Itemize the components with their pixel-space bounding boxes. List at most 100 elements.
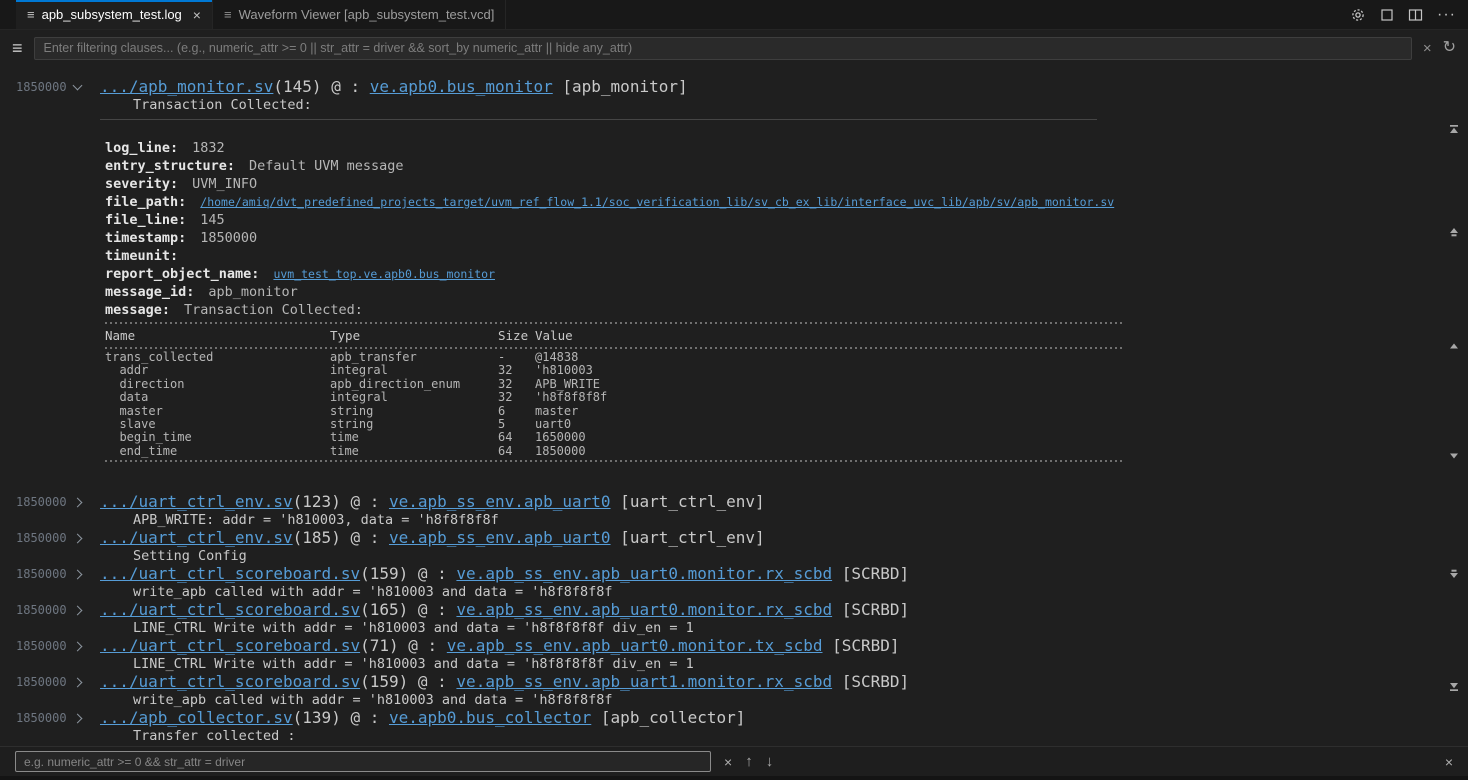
- menu-icon[interactable]: ≡: [12, 39, 23, 57]
- table-cell: addr: [105, 364, 330, 377]
- tab-log-file[interactable]: ≡ apb_subsystem_test.log ×: [16, 0, 213, 29]
- tab-spacer: [0, 0, 16, 29]
- detail-value-link[interactable]: uvm_test_top.ve.apb0.bus_monitor: [273, 267, 495, 281]
- entry-meta: (123) @ :: [293, 492, 389, 511]
- detail-field-timestamp: timestamp:1850000: [100, 229, 1468, 247]
- table-cell: string: [330, 405, 498, 418]
- entry-body: .../uart_ctrl_scoreboard.sv(159) @ : ve.…: [100, 564, 909, 600]
- table-column-header: Size: [498, 326, 535, 345]
- entry-meta: (185) @ :: [293, 528, 389, 547]
- expand-chevron-icon[interactable]: [72, 534, 82, 544]
- split-editor-icon[interactable]: [1408, 8, 1423, 22]
- table-cell: end_time: [105, 445, 330, 458]
- entry-meta: (159) @ :: [360, 564, 456, 583]
- scope-link[interactable]: ve.apb0.bus_collector: [389, 708, 591, 727]
- table-header: NameTypeSizeValue: [105, 326, 1468, 345]
- find-previous-icon[interactable]: ↑: [745, 753, 753, 770]
- table-cell: begin_time: [105, 431, 330, 444]
- expand-chevron-icon[interactable]: [72, 606, 82, 616]
- transaction-table: NameTypeSizeValue trans_collectedapb_tra…: [100, 322, 1468, 462]
- table-cell: time: [330, 431, 498, 444]
- table-cell: master: [105, 405, 330, 418]
- entry-gutter: 1850000: [0, 636, 100, 672]
- entry-tag: [apb_collector]: [591, 708, 745, 727]
- entry-timestamp: 1850000: [16, 672, 67, 692]
- source-file-link[interactable]: .../uart_ctrl_env.sv: [100, 492, 293, 511]
- gear-icon[interactable]: [1350, 7, 1366, 23]
- scope-link[interactable]: ve.apb_ss_env.apb_uart0.monitor.tx_scbd: [447, 636, 823, 655]
- scope-link[interactable]: ve.apb_ss_env.apb_uart0: [389, 528, 611, 547]
- find-input[interactable]: [15, 751, 711, 772]
- table-cell: 'h810003: [535, 364, 1468, 377]
- source-file-link[interactable]: .../uart_ctrl_scoreboard.sv: [100, 564, 360, 583]
- source-file-link[interactable]: .../uart_ctrl_scoreboard.sv: [100, 600, 360, 619]
- tabbar-actions: ···: [1350, 0, 1468, 29]
- table-cell: master: [535, 405, 1468, 418]
- detail-value: Default UVM message: [249, 158, 403, 174]
- source-file-link[interactable]: .../uart_ctrl_scoreboard.sv: [100, 672, 360, 691]
- table-row: begin_timetime641650000: [105, 431, 1468, 444]
- source-file-link[interactable]: .../uart_ctrl_env.sv: [100, 528, 293, 547]
- entry-gutter: 1850000: [0, 492, 100, 528]
- table-row: slavestring5uart0: [105, 418, 1468, 431]
- refresh-icon[interactable]: ↻: [1443, 40, 1456, 56]
- scroll-to-top-icon[interactable]: [1446, 122, 1462, 138]
- expand-chevron-icon[interactable]: [72, 678, 82, 688]
- table-cell: 64: [498, 431, 535, 444]
- log-entry: 1850000 .../uart_ctrl_env.sv(185) @ : ve…: [0, 528, 1468, 564]
- entry-detail-panel: log_line:1832entry_structure:Default UVM…: [100, 119, 1468, 462]
- log-file-icon: ≡: [27, 7, 35, 22]
- tab-label: Waveform Viewer [apb_subsystem_test.vcd]: [239, 7, 495, 22]
- detail-key: entry_structure:: [105, 158, 235, 174]
- entry-message: write_apb called with addr = 'h810003 an…: [100, 692, 909, 708]
- close-find-bar-icon[interactable]: ×: [1445, 754, 1453, 770]
- source-file-link[interactable]: .../uart_ctrl_scoreboard.sv: [100, 636, 360, 655]
- detail-field-severity: severity:UVM_INFO: [100, 175, 1468, 193]
- source-file-link[interactable]: .../apb_monitor.sv: [100, 77, 273, 96]
- expand-chevron-icon[interactable]: [72, 81, 82, 91]
- table-column-header: Value: [535, 326, 1468, 345]
- detail-field-entry_structure: entry_structure: Default UVM message: [100, 157, 1468, 175]
- entry-header-line: .../uart_ctrl_scoreboard.sv(159) @ : ve.…: [100, 672, 909, 692]
- page-down-icon[interactable]: [1446, 566, 1462, 582]
- entry-meta: (145) @ :: [273, 77, 369, 96]
- detail-value-link[interactable]: /home/amiq/dvt_predefined_projects_targe…: [200, 195, 1114, 209]
- scope-link[interactable]: ve.apb_ss_env.apb_uart0: [389, 492, 611, 511]
- table-row: trans_collectedapb_transfer-@14838: [105, 351, 1468, 364]
- detail-key: message:: [105, 302, 170, 318]
- next-entry-icon[interactable]: [1446, 448, 1462, 464]
- tab-waveform-viewer[interactable]: ≡ Waveform Viewer [apb_subsystem_test.vc…: [213, 0, 506, 29]
- page-up-icon[interactable]: [1446, 224, 1462, 240]
- find-next-icon[interactable]: ↓: [766, 753, 774, 770]
- expand-chevron-icon[interactable]: [72, 498, 82, 508]
- expand-chevron-icon[interactable]: [72, 714, 82, 724]
- entry-body: .../uart_ctrl_scoreboard.sv(159) @ : ve.…: [100, 672, 909, 708]
- table-cell: apb_transfer: [330, 351, 498, 364]
- close-tab-icon[interactable]: ×: [193, 7, 201, 23]
- entry-header-line: .../uart_ctrl_scoreboard.sv(165) @ : ve.…: [100, 600, 909, 620]
- scope-link[interactable]: ve.apb_ss_env.apb_uart0.monitor.rx_scbd: [456, 600, 832, 619]
- source-file-link[interactable]: .../apb_collector.sv: [100, 708, 293, 727]
- restore-window-icon[interactable]: [1380, 8, 1394, 22]
- dashed-line: [105, 347, 1125, 349]
- clear-find-icon[interactable]: ×: [724, 754, 732, 770]
- scope-link[interactable]: ve.apb_ss_env.apb_uart1.monitor.rx_scbd: [456, 672, 832, 691]
- entry-timestamp: 1850000: [16, 528, 67, 548]
- scope-link[interactable]: ve.apb_ss_env.apb_uart0.monitor.rx_scbd: [456, 564, 832, 583]
- clear-filter-icon[interactable]: ×: [1423, 41, 1432, 56]
- previous-entry-icon[interactable]: [1446, 338, 1462, 354]
- expand-chevron-icon[interactable]: [72, 570, 82, 580]
- detail-value: 1832: [192, 140, 225, 156]
- scroll-to-bottom-icon[interactable]: [1446, 678, 1462, 694]
- waveform-file-icon: ≡: [224, 7, 232, 22]
- table-cell: 1650000: [535, 431, 1468, 444]
- scope-link[interactable]: ve.apb0.bus_monitor: [370, 77, 553, 96]
- expand-chevron-icon[interactable]: [72, 642, 82, 652]
- detail-field-file_path: file_path:/home/amiq/dvt_predefined_proj…: [100, 193, 1468, 211]
- entry-message: LINE_CTRL Write with addr = 'h810003 and…: [100, 656, 900, 672]
- table-cell: 1850000: [535, 445, 1468, 458]
- entry-meta: (139) @ :: [293, 708, 389, 727]
- more-actions-icon[interactable]: ···: [1437, 10, 1456, 20]
- table-cell: integral: [330, 364, 498, 377]
- filter-input[interactable]: [34, 37, 1412, 60]
